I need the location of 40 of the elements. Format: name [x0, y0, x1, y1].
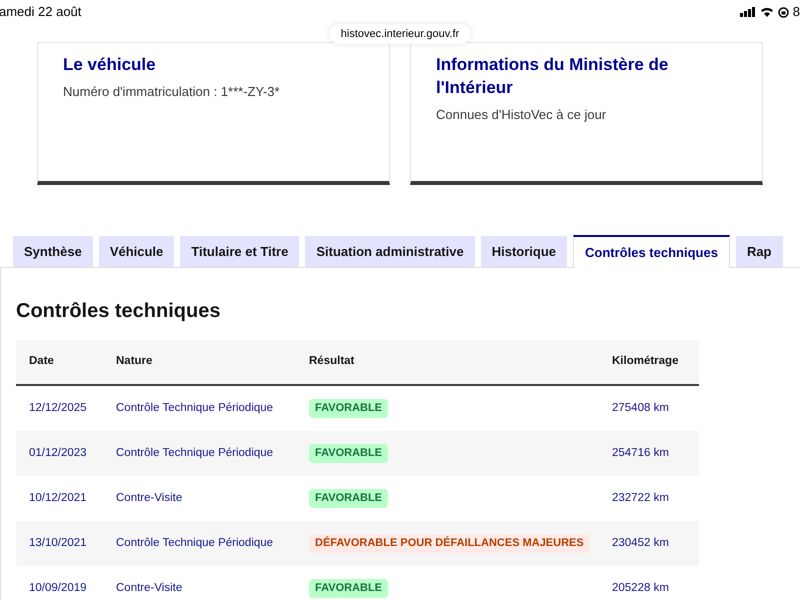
result-badge: FAVORABLE	[309, 399, 388, 418]
table-cell-text: Contre-Visite	[115, 580, 184, 596]
result-badge: FAVORABLE	[309, 489, 388, 508]
section-title: Contrôles techniques	[16, 299, 222, 324]
column-header: Kilométrage	[611, 354, 678, 370]
table-cell-text: 275408 km	[611, 400, 669, 416]
table-cell-text: 13/10/2021	[28, 536, 88, 551]
column-header: Date	[28, 354, 55, 370]
result-badge: FAVORABLE	[309, 444, 388, 463]
table-cell-text: 205228 km	[611, 580, 669, 596]
tab[interactable]: Synthèse	[13, 236, 93, 267]
table-cell-text: Contrôle Technique Périodique	[115, 446, 274, 461]
table-cell-text: Contre-Visite	[115, 490, 184, 506]
table-cell-text: Contrôle Technique Périodique	[115, 536, 274, 551]
result-badge: DÉFAVORABLE POUR DÉFAILLANCES MAJEURES	[309, 534, 590, 553]
table-cell-text: 254716 km	[611, 446, 669, 461]
table-cell-text: 232722 km	[611, 490, 669, 506]
table-cell-text: Contrôle Technique Périodique	[115, 400, 274, 416]
tab[interactable]: Situation administrative	[305, 236, 475, 267]
column-header: Nature	[115, 354, 154, 370]
card-text: Numéro d'immatriculation : 1***-ZY-3*	[63, 83, 281, 101]
table-cell-text: 230452 km	[611, 536, 669, 551]
tab[interactable]: Rap	[736, 236, 782, 267]
tab[interactable]: Titulaire et Titre	[180, 236, 300, 267]
tab[interactable]: Véhicule	[98, 236, 174, 267]
tab[interactable]: Historique	[480, 236, 568, 267]
url-bar[interactable]: histovec.interieur.gouv.fr	[328, 24, 472, 44]
table-cell-text: 01/12/2023	[28, 446, 88, 461]
card-title: Le véhicule	[63, 54, 157, 76]
result-badge: FAVORABLE	[309, 579, 388, 598]
table-cell-text: 12/12/2025	[28, 400, 88, 416]
tab[interactable]: Contrôles techniques	[573, 235, 730, 268]
wifi-icon	[760, 7, 774, 17]
table-cell-text: 10/09/2019	[28, 580, 88, 596]
table-cell-text: 10/12/2021	[28, 490, 88, 506]
column-header: Résultat	[308, 354, 356, 370]
card-title: Informations du Ministère de l'Intérieur	[436, 54, 670, 99]
card-text: Connues d'HistoVec à ce jour	[436, 106, 608, 124]
battery-percentage: 8	[792, 3, 800, 22]
signal-icon	[740, 7, 756, 17]
